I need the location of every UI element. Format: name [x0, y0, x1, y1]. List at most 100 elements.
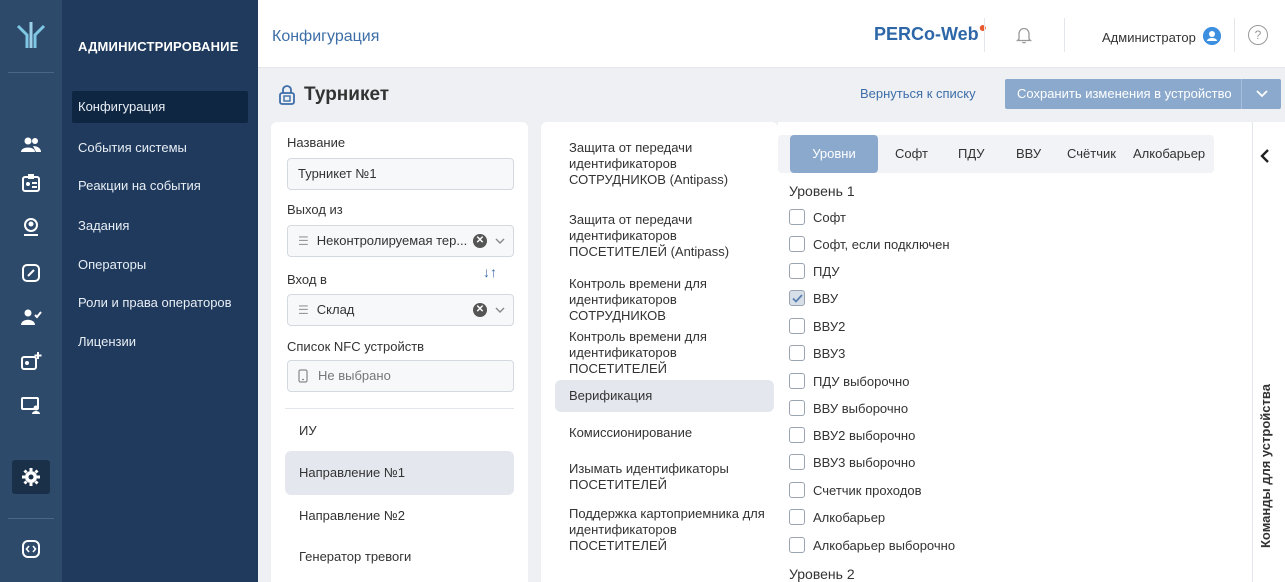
clear-icon[interactable]: ✕: [473, 303, 487, 317]
tab-levels[interactable]: Уровни: [790, 135, 878, 173]
visitor-icon[interactable]: [12, 210, 50, 244]
settings-list-item[interactable]: Защита от передачи идентификаторов ПОСЕТ…: [555, 210, 774, 262]
sidebar-item-operators[interactable]: Операторы: [72, 249, 248, 281]
settings-list-item[interactable]: Контроль времени для идентификаторов СОТ…: [555, 276, 774, 323]
nfc-device-select[interactable]: Не выбрано: [287, 360, 514, 392]
tab-pdu[interactable]: ПДУ: [958, 135, 985, 173]
lock-device-icon: [279, 85, 295, 105]
tab-vvu[interactable]: ВВУ: [1016, 135, 1041, 173]
level-1-option[interactable]: Алкобарьер выборочно: [789, 536, 955, 554]
option-label: ВВУ2: [813, 318, 846, 334]
tab-soft[interactable]: Софт: [895, 135, 928, 173]
swap-direction-icon[interactable]: ↓↑: [483, 264, 497, 280]
level-1-option[interactable]: ПДУ: [789, 262, 840, 280]
back-to-list-link[interactable]: Вернуться к списку: [860, 86, 976, 101]
settings-list-item[interactable]: Поддержка картоприемника для идентификат…: [555, 506, 774, 553]
level-1-option[interactable]: ВВУ3: [789, 344, 845, 362]
level-1-option[interactable]: Счетчик проходов: [789, 481, 921, 499]
help-icon[interactable]: ?: [1248, 25, 1268, 45]
sidebar-item-licenses[interactable]: Лицензии: [72, 326, 248, 358]
option-label: ВВУ2 выборочно: [813, 427, 916, 443]
checkbox[interactable]: [789, 318, 805, 334]
sidebar-item-system-events[interactable]: События системы: [72, 132, 248, 164]
list-icon: ☰: [298, 234, 309, 248]
checkbox[interactable]: [789, 345, 805, 361]
entry-zone-select[interactable]: ☰ Склад ✕: [287, 294, 514, 326]
tab-alcobarrier[interactable]: Алкобарьер: [1133, 135, 1205, 173]
settings-list-item[interactable]: Защита от передачи идентификаторов СОТРУ…: [555, 138, 774, 190]
icon-rail: [0, 0, 62, 582]
option-label: ВВУ3 выборочно: [813, 454, 916, 470]
gear-icon[interactable]: [12, 460, 50, 494]
level-1-heading: Уровень 1: [789, 183, 855, 199]
sidebar-item-configuration[interactable]: Конфигурация: [72, 91, 248, 123]
level-1-option[interactable]: ВВУ3 выборочно: [789, 453, 915, 471]
device-nav-item[interactable]: Генератор тревоги: [285, 535, 514, 579]
id-card-plus-icon[interactable]: [12, 344, 50, 378]
settings-list-item[interactable]: Верификация: [555, 380, 774, 412]
option-label: Алкобарьер выборочно: [813, 537, 956, 553]
sidebar-item-roles[interactable]: Роли и права операторов: [72, 287, 248, 319]
exit-zone-select[interactable]: ☰ Неконтролируемая тер... ✕: [287, 225, 514, 257]
checkbox[interactable]: [789, 509, 805, 525]
settings-list-item[interactable]: Комиссионирование: [555, 422, 774, 444]
avatar-icon[interactable]: [1203, 27, 1221, 45]
tab-counter[interactable]: Счётчик: [1067, 135, 1116, 173]
level-1-option[interactable]: ПДУ выборочно: [789, 372, 909, 390]
link-icon[interactable]: [12, 256, 50, 290]
option-label: Алкобарьер: [813, 509, 886, 525]
settings-list-item[interactable]: Изымать идентификаторы ПОСЕТИТЕЛЕЙ: [555, 459, 774, 495]
device-nav-item[interactable]: Направление №1: [285, 451, 514, 495]
level-1-option[interactable]: ВВУ: [789, 289, 838, 307]
nfc-placeholder: Не выбрано: [318, 368, 391, 383]
checkbox[interactable]: [789, 537, 805, 553]
device-nav-item[interactable]: Направление №2: [285, 494, 514, 538]
level-1-option[interactable]: Софт, если подключен: [789, 235, 950, 253]
clear-icon[interactable]: ✕: [473, 234, 487, 248]
option-label: ПДУ: [813, 263, 840, 279]
checkbox-checked[interactable]: [789, 290, 805, 306]
checkbox[interactable]: [789, 373, 805, 389]
code-icon[interactable]: [12, 532, 50, 566]
checkbox[interactable]: [789, 236, 805, 252]
sidebar-item-event-reactions[interactable]: Реакции на события: [72, 170, 248, 202]
id-card-icon[interactable]: [12, 166, 50, 200]
user-check-icon[interactable]: [12, 300, 50, 334]
level-1-option[interactable]: ВВУ выборочно: [789, 399, 908, 417]
checkbox[interactable]: [789, 400, 805, 416]
checkbox[interactable]: [789, 482, 805, 498]
users-icon[interactable]: [12, 128, 50, 162]
level-2-heading: Уровень 2: [789, 566, 855, 582]
chevron-left-icon[interactable]: [1258, 148, 1274, 164]
monitor-user-icon[interactable]: [12, 388, 50, 422]
header-title: Конфигурация: [272, 28, 380, 45]
option-label: ВВУ выборочно: [813, 400, 909, 416]
level-1-option[interactable]: ВВУ2 выборочно: [789, 426, 915, 444]
logo-icon: [16, 22, 46, 48]
checkbox[interactable]: [789, 263, 805, 279]
checkbox[interactable]: [789, 427, 805, 443]
level-1-option[interactable]: Алкобарьер: [789, 508, 885, 526]
bell-icon[interactable]: [1016, 26, 1032, 44]
header-divider: [984, 18, 985, 52]
save-options-dropdown[interactable]: [1241, 79, 1281, 109]
brand-dot: ●: [978, 19, 988, 35]
brand-logo: PERCo-Web●: [874, 19, 987, 45]
device-commands-label[interactable]: Команды для устройства: [1258, 358, 1273, 548]
save-to-device-button[interactable]: Сохранить изменения в устройство: [1005, 79, 1241, 109]
level-1-option[interactable]: ВВУ2: [789, 317, 845, 335]
chevron-down-icon[interactable]: [495, 305, 505, 315]
device-nav-item[interactable]: ИУ: [285, 409, 514, 453]
sidebar-item-tasks[interactable]: Задания: [72, 210, 248, 242]
user-name[interactable]: Администратор: [1102, 30, 1196, 45]
checkbox[interactable]: [789, 454, 805, 470]
option-label: ВВУ3: [813, 345, 846, 361]
chevron-down-icon[interactable]: [495, 236, 505, 246]
settings-list-panel: Защита от передачи идентификаторов СОТРУ…: [541, 122, 778, 582]
checkbox[interactable]: [789, 209, 805, 225]
header-divider: [1064, 18, 1065, 52]
settings-list-item[interactable]: Контроль времени для идентификаторов ПОС…: [555, 329, 774, 376]
entry-zone-value: Склад: [316, 302, 355, 317]
level-1-option[interactable]: Софт: [789, 208, 846, 226]
name-field[interactable]: Турникет №1: [287, 158, 514, 190]
